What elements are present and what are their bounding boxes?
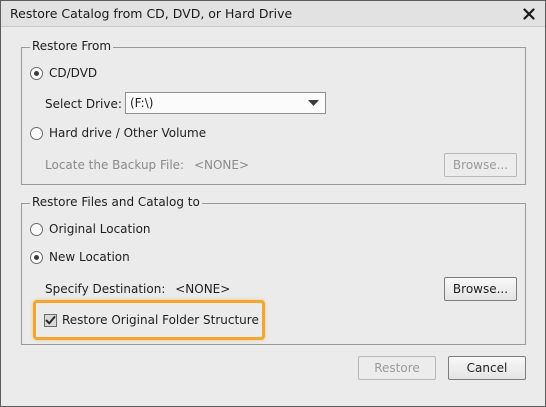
cd-dvd-radio[interactable]: [30, 66, 43, 80]
folder-structure-checkbox[interactable]: [44, 313, 57, 327]
hard-drive-radio-option[interactable]: Hard drive / Other Volume: [30, 126, 206, 140]
specify-destination-value: <NONE>: [175, 282, 231, 296]
restore-catalog-dialog: Restore Catalog from CD, DVD, or Hard Dr…: [0, 0, 546, 407]
cd-dvd-label: CD/DVD: [49, 66, 98, 80]
locate-backup-text: Locate the Backup File:: [45, 158, 185, 172]
checkmark-icon: [45, 315, 56, 324]
specify-destination-text: Specify Destination:: [45, 282, 166, 296]
title-bar[interactable]: Restore Catalog from CD, DVD, or Hard Dr…: [1, 1, 545, 27]
specify-destination-label: Specify Destination: <NONE>: [45, 282, 230, 296]
hard-drive-radio[interactable]: [30, 126, 43, 140]
folder-structure-checkbox-option[interactable]: Restore Original Folder Structure: [44, 313, 259, 327]
select-drive-label: Select Drive:: [45, 97, 122, 111]
close-button[interactable]: [519, 4, 539, 24]
close-icon: [523, 8, 535, 20]
original-location-radio[interactable]: [30, 222, 43, 236]
cancel-button[interactable]: Cancel: [448, 356, 526, 380]
dialog-title: Restore Catalog from CD, DVD, or Hard Dr…: [10, 6, 293, 21]
hard-drive-label: Hard drive / Other Volume: [49, 126, 207, 140]
folder-structure-label: Restore Original Folder Structure: [62, 313, 259, 327]
original-location-label: Original Location: [49, 222, 151, 236]
drive-select[interactable]: (F:\): [125, 92, 326, 114]
restore-button[interactable]: Restore: [358, 356, 436, 380]
original-location-radio-option[interactable]: Original Location: [30, 222, 151, 236]
new-location-radio-option[interactable]: New Location: [30, 250, 130, 264]
locate-backup-label: Locate the Backup File: <NONE>: [45, 158, 249, 172]
restore-to-legend: Restore Files and Catalog to: [30, 195, 202, 209]
drive-select-value: (F:\): [130, 96, 154, 110]
cd-dvd-radio-option[interactable]: CD/DVD: [30, 66, 97, 80]
chevron-down-icon: [308, 100, 319, 106]
new-location-label: New Location: [49, 250, 130, 264]
browse-backup-button[interactable]: Browse...: [444, 153, 517, 177]
new-location-radio[interactable]: [30, 250, 43, 264]
browse-destination-button[interactable]: Browse...: [444, 277, 517, 301]
locate-backup-value: <NONE>: [193, 158, 250, 172]
restore-from-legend: Restore From: [30, 39, 114, 53]
